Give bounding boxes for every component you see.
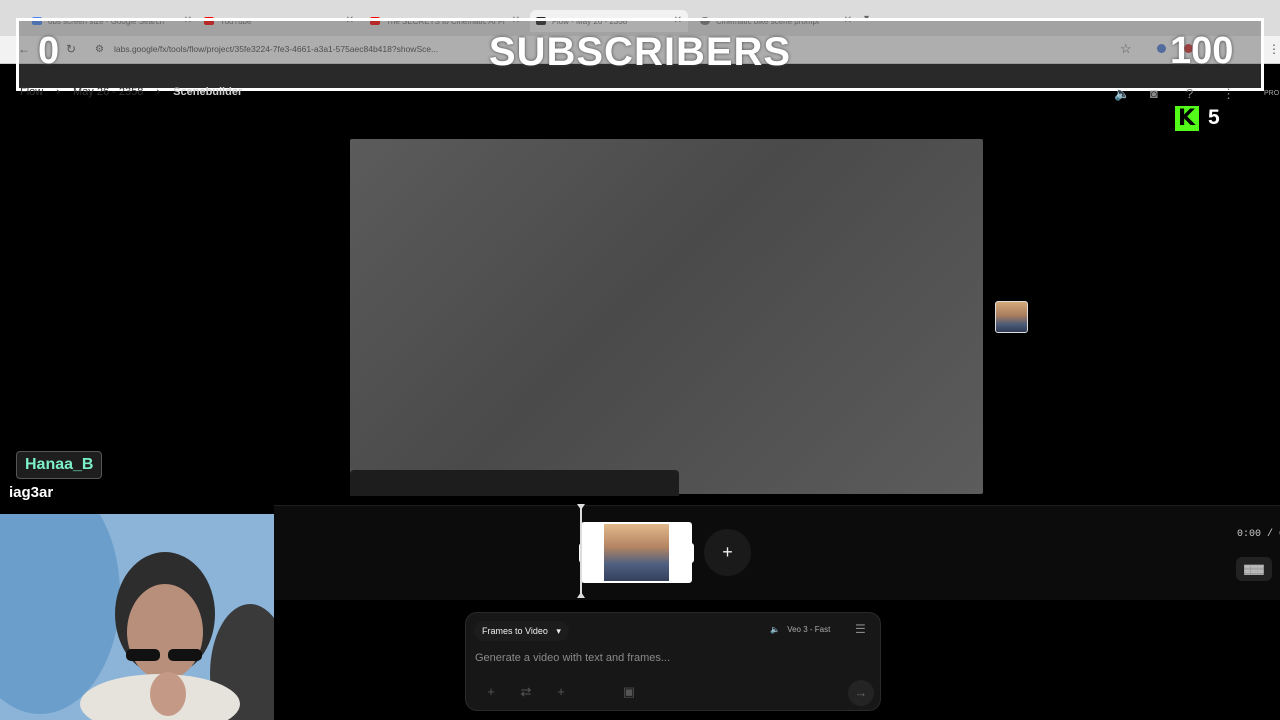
- grid-view-button[interactable]: ▓▓▓: [1236, 557, 1272, 581]
- subscribers-goal: 100: [1170, 30, 1234, 72]
- mode-label: Frames to Video: [482, 626, 548, 636]
- speaker-icon: 🔈: [770, 625, 780, 634]
- kick-viewer-count: 5: [1208, 106, 1220, 129]
- help-icon[interactable]: ?: [1186, 86, 1193, 101]
- add-start-frame-icon[interactable]: +: [480, 682, 502, 702]
- clip-trim-handle-right[interactable]: [688, 543, 694, 563]
- breadcrumb-project[interactable]: May 26 - 2358: [73, 86, 143, 98]
- mode-dropdown[interactable]: Frames to Video ▾: [474, 621, 569, 641]
- webcam-person-image: [0, 514, 274, 720]
- breadcrumb: Flow › May 26 - 2358 › Scenebuilder: [20, 86, 252, 98]
- model-label: Veo 3 - Fast: [787, 625, 831, 634]
- subscribers-label: SUBSCRIBERS: [488, 30, 792, 74]
- preview-control-bar: [350, 470, 679, 496]
- breadcrumb-separator: ›: [56, 86, 60, 98]
- volume-icon[interactable]: 🔈: [1114, 86, 1130, 102]
- playhead[interactable]: [577, 504, 585, 598]
- add-end-frame-icon[interactable]: +: [550, 682, 572, 702]
- timecode: 0:00 / 0:: [1237, 529, 1280, 540]
- breadcrumb-flow[interactable]: Flow: [20, 86, 43, 98]
- chevron-down-icon: ▾: [556, 626, 561, 636]
- breadcrumb-separator: ›: [156, 86, 161, 98]
- chat-username: Hanaa_B: [16, 451, 103, 479]
- pro-badge: PRO: [1264, 90, 1280, 97]
- frame-thumbnail[interactable]: [995, 301, 1028, 333]
- more-icon[interactable]: ⋮: [1222, 86, 1235, 102]
- kick-logo-icon: [1175, 106, 1199, 131]
- model-selector[interactable]: 🔈 Veo 3 - Fast: [770, 625, 830, 634]
- prompt-input[interactable]: [475, 650, 855, 666]
- breadcrumb-current: Scenebuilder: [173, 86, 243, 98]
- timeline[interactable]: [274, 505, 1280, 600]
- settings-sliders-icon[interactable]: ☰: [855, 622, 866, 636]
- discord-icon[interactable]: ◙: [1150, 86, 1158, 101]
- chat-message: iag3ar: [9, 484, 54, 501]
- swap-frames-icon[interactable]: ⇄: [515, 682, 537, 702]
- clip-thumbnail: [604, 524, 669, 581]
- video-preview[interactable]: [350, 139, 983, 494]
- webcam-feed: [0, 514, 274, 720]
- timeline-clip[interactable]: [581, 522, 692, 583]
- gallery-icon[interactable]: ▣: [618, 682, 640, 702]
- send-button[interactable]: →: [848, 680, 874, 706]
- add-clip-button[interactable]: +: [704, 529, 751, 576]
